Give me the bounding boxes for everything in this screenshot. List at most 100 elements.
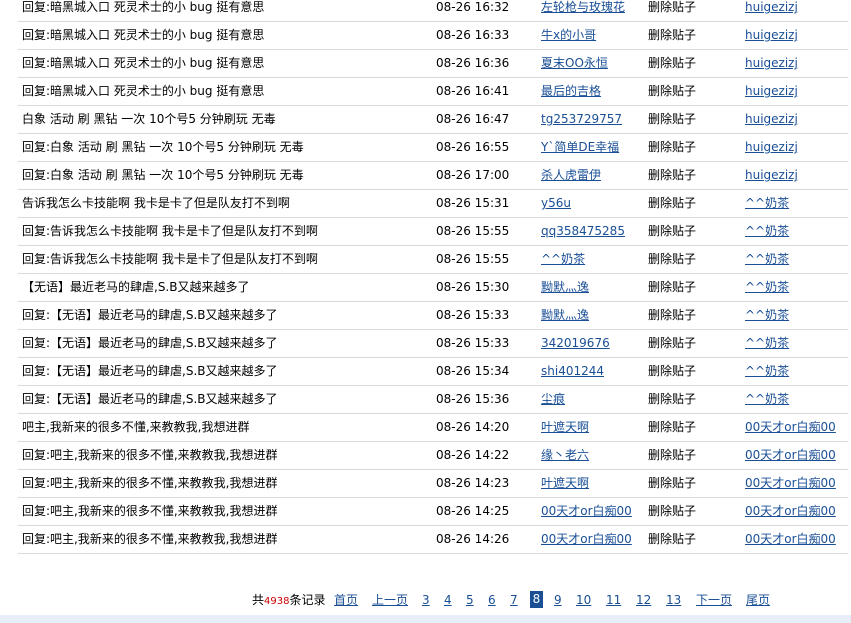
operator-link[interactable]: huigezizj	[745, 168, 798, 182]
action-type-cell: 删除贴子	[648, 246, 738, 273]
post-time-cell: 08-26 15:30	[436, 274, 536, 301]
page-link[interactable]: 11	[606, 590, 621, 610]
post-title-cell: 回复:【无语】最近老马的肆虐,S.B又越来越多了	[22, 330, 432, 357]
post-author-link-cell: 黝默灬逸	[541, 302, 651, 329]
table-row: 回复:【无语】最近老马的肆虐,S.B又越来越多了 08-26 15:36 尘痕 删除贴…	[18, 386, 848, 414]
post-author-link[interactable]: Y`简单DE幸福	[541, 140, 619, 154]
post-title-cell: 吧主,我新来的很多不懂,来教教我,我想进群	[22, 414, 432, 441]
post-author-link[interactable]: 黝默灬逸	[541, 280, 589, 294]
post-author-link[interactable]: ^^奶茶	[541, 252, 585, 266]
post-time: 08-26 14:23	[436, 476, 510, 490]
action-type: 删除贴子	[648, 252, 697, 266]
action-type: 删除贴子	[648, 196, 697, 210]
post-author-link[interactable]: y56u	[541, 196, 571, 210]
post-author-link[interactable]: 尘痕	[541, 392, 565, 406]
post-author-link[interactable]: shi401244	[541, 364, 604, 378]
next-page-link[interactable]: 下一页	[696, 590, 732, 610]
operator-link[interactable]: huigezizj	[745, 112, 798, 126]
operator-link[interactable]: huigezizj	[745, 56, 798, 70]
post-author-link[interactable]: 夏末OO永恒	[541, 56, 608, 70]
post-title: 【无语】最近老马的肆虐,S.B又越来越多了	[22, 280, 250, 294]
post-author-link[interactable]: 叶遮天啊	[541, 420, 589, 434]
operator-link[interactable]: 00天才or白痴00	[745, 448, 836, 462]
post-time-cell: 08-26 15:33	[436, 302, 536, 329]
operator-link[interactable]: ^^奶茶	[745, 336, 789, 350]
post-author-link[interactable]: 342019676	[541, 336, 610, 350]
page-link[interactable]: 9	[554, 590, 562, 610]
post-title-cell: 回复:吧主,我新来的很多不懂,来教教我,我想进群	[22, 470, 432, 497]
operator-link-cell: huigezizj	[745, 50, 848, 77]
post-author-link-cell: 叶遮天啊	[541, 470, 651, 497]
operator-link[interactable]: huigezizj	[745, 28, 798, 42]
operator-link[interactable]: 00天才or白痴00	[745, 476, 836, 490]
post-title: 回复:告诉我怎么卡技能啊 我卡是卡了但是队友打不到啊	[22, 252, 318, 266]
post-author-link-cell: Y`简单DE幸福	[541, 134, 651, 161]
post-author-link[interactable]: tg253729757	[541, 112, 622, 126]
operator-link[interactable]: ^^奶茶	[745, 280, 789, 294]
operator-link[interactable]: huigezizj	[745, 140, 798, 154]
post-author-link[interactable]: 黝默灬逸	[541, 308, 589, 322]
post-author-link[interactable]: 杀人虎雷伊	[541, 168, 601, 182]
action-type: 删除贴子	[648, 280, 697, 294]
post-title: 回复:吧主,我新来的很多不懂,来教教我,我想进群	[22, 504, 278, 518]
page-link[interactable]: 7	[510, 590, 518, 610]
post-author-link[interactable]: 00天才or白痴00	[541, 532, 632, 546]
post-time: 08-26 16:55	[436, 140, 510, 154]
post-author-link[interactable]: 牛x的小哥	[541, 28, 596, 42]
operator-link[interactable]: ^^奶茶	[745, 224, 789, 238]
post-title-cell: 回复:【无语】最近老马的肆虐,S.B又越来越多了	[22, 358, 432, 385]
post-author-link[interactable]: qq358475285	[541, 224, 625, 238]
operator-link[interactable]: 00天才or白痴00	[745, 532, 836, 546]
operator-link[interactable]: 00天才or白痴00	[745, 420, 836, 434]
operator-link[interactable]: 00天才or白痴00	[745, 504, 836, 518]
post-time-cell: 08-26 16:47	[436, 106, 536, 133]
post-author-link[interactable]: 叶遮天啊	[541, 476, 589, 490]
post-time: 08-26 16:33	[436, 28, 510, 42]
action-type: 删除贴子	[648, 448, 697, 462]
table-row: 回复:暗黑城入口 死灵术士的小 bug 挺有意思 08-26 16:32 左轮枪与玫…	[18, 0, 848, 22]
post-time-cell: 08-26 15:34	[436, 358, 536, 385]
page-link[interactable]: 5	[466, 590, 474, 610]
post-author-link[interactable]: 缘丶老六	[541, 448, 589, 462]
operator-link[interactable]: ^^奶茶	[745, 392, 789, 406]
page-link[interactable]: 13	[666, 590, 681, 610]
post-author-link[interactable]: 最后的吉格	[541, 84, 601, 98]
post-title-cell: 白象 活动 刷 黑钻 一次 10个号5 分钟刷玩 无毒	[22, 106, 432, 133]
action-type-cell: 删除贴子	[648, 22, 738, 49]
post-author-link-cell: tg253729757	[541, 106, 651, 133]
operator-link[interactable]: ^^奶茶	[745, 308, 789, 322]
prev-page-link[interactable]: 上一页	[372, 590, 408, 610]
operator-link[interactable]: ^^奶茶	[745, 364, 789, 378]
action-type-cell: 删除贴子	[648, 190, 738, 217]
action-type-cell: 删除贴子	[648, 78, 738, 105]
deleted-posts-log: 回复:暗黑城入口 死灵术士的小 bug 挺有意思 08-26 16:32 左轮枪与玫…	[18, 0, 848, 554]
operator-link[interactable]: ^^奶茶	[745, 252, 789, 266]
post-time-cell: 08-26 15:55	[436, 218, 536, 245]
post-time: 08-26 16:36	[436, 56, 510, 70]
post-time: 08-26 15:36	[436, 392, 510, 406]
operator-link-cell: huigezizj	[745, 22, 848, 49]
action-type-cell: 删除贴子	[648, 50, 738, 77]
page-link[interactable]: 10	[576, 590, 591, 610]
operator-link[interactable]: huigezizj	[745, 0, 798, 14]
action-type-cell: 删除贴子	[648, 498, 738, 525]
post-title: 回复:暗黑城入口 死灵术士的小 bug 挺有意思	[22, 56, 265, 70]
post-time: 08-26 15:31	[436, 196, 510, 210]
page-link[interactable]: 12	[636, 590, 651, 610]
action-type: 删除贴子	[648, 168, 697, 182]
first-page-link[interactable]: 首页	[334, 590, 358, 610]
page-link[interactable]: 6	[488, 590, 496, 610]
post-time-cell: 08-26 14:25	[436, 498, 536, 525]
page-link[interactable]: 4	[444, 590, 452, 610]
post-author-link[interactable]: 左轮枪与玫瑰花	[541, 0, 625, 14]
table-row: 告诉我怎么卡技能啊 我卡是卡了但是队友打不到啊 08-26 15:31 y56u 删除…	[18, 190, 848, 218]
post-author-link[interactable]: 00天才or白痴00	[541, 504, 632, 518]
page-link[interactable]: 3	[422, 590, 430, 610]
table-row: 回复:吧主,我新来的很多不懂,来教教我,我想进群 08-26 14:26 00天才o…	[18, 526, 848, 554]
post-author-link-cell: 缘丶老六	[541, 442, 651, 469]
post-title-cell: 回复:吧主,我新来的很多不懂,来教教我,我想进群	[22, 442, 432, 469]
last-page-link[interactable]: 尾页	[746, 590, 770, 610]
operator-link[interactable]: ^^奶茶	[745, 196, 789, 210]
operator-link[interactable]: huigezizj	[745, 84, 798, 98]
action-type-cell: 删除贴子	[648, 386, 738, 413]
